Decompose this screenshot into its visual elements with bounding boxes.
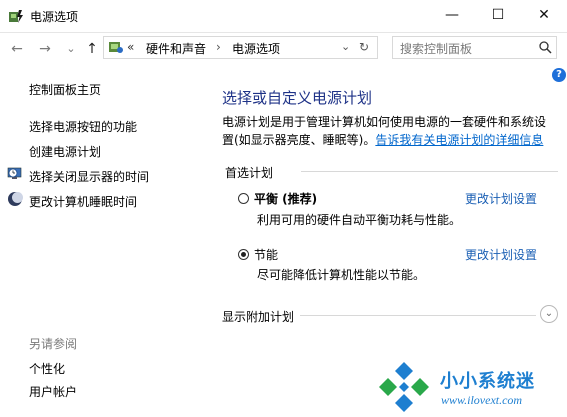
crumb-power-options[interactable]: 电源选项	[232, 40, 280, 57]
chevron-down-icon[interactable]: ⌄	[540, 305, 558, 323]
show-additional-plans-label[interactable]: 显示附加计划	[222, 308, 294, 325]
personalization-link[interactable]: 个性化	[29, 360, 65, 377]
create-power-plan-link[interactable]: 创建电源计划	[29, 143, 101, 160]
close-button[interactable]: ✕	[521, 0, 567, 30]
power-saver-plan-radio[interactable]	[238, 249, 249, 260]
recent-locations-button[interactable]: ⌄	[62, 40, 80, 58]
watermark-logo-icon	[379, 362, 429, 412]
power-saver-plan-desc: 尽可能降低计算机性能以节能。	[257, 268, 426, 282]
balanced-plan-name[interactable]: 平衡 (推荐)	[254, 190, 317, 207]
control-panel-icon	[109, 42, 123, 53]
up-button[interactable]: ↑	[83, 40, 101, 58]
help-icon[interactable]: ?	[552, 68, 566, 82]
moon-icon	[8, 192, 23, 206]
window-title: 电源选项	[30, 10, 79, 24]
watermark-text: 小小系统迷	[440, 371, 535, 392]
crumb-separator: ›	[216, 40, 221, 54]
search-icon[interactable]	[538, 40, 552, 54]
search-input[interactable]: 搜索控制面板	[400, 40, 472, 57]
power-saver-plan-name[interactable]: 节能	[254, 246, 278, 263]
power-options-icon	[9, 10, 23, 23]
address-overflow[interactable]: «	[127, 40, 134, 54]
minimize-button[interactable]: —	[429, 0, 475, 30]
forward-button[interactable]: →	[36, 40, 54, 58]
crumb-hardware-sound[interactable]: 硬件和声音	[146, 40, 206, 57]
sleep-time-link[interactable]: 更改计算机睡眠时间	[29, 193, 137, 210]
preferred-plans-title: 首选计划	[225, 166, 274, 180]
balanced-change-settings-link[interactable]: 更改计划设置	[465, 190, 537, 207]
page-title: 选择或自定义电源计划	[222, 89, 373, 107]
description: 电源计划是用于管理计算机如何使用电源的一套硬件和系统设置(如显示器亮度、睡眠等)…	[222, 113, 552, 149]
power-button-function-link[interactable]: 选择电源按钮的功能	[29, 118, 137, 135]
balanced-plan-radio[interactable]	[238, 193, 249, 204]
balanced-plan-desc: 利用可用的硬件自动平衡功耗与性能。	[257, 213, 462, 227]
divider	[301, 171, 558, 172]
refresh-button[interactable]: ↻	[359, 40, 369, 54]
display-off-time-link[interactable]: 选择关闭显示器的时间	[29, 168, 149, 185]
back-button[interactable]: ←	[8, 40, 26, 58]
watermark-url: www.ilovext.com	[441, 393, 523, 407]
maximize-button[interactable]: ☐	[475, 0, 521, 30]
monitor-clock-icon	[7, 167, 22, 179]
control-panel-home-link[interactable]: 控制面板主页	[29, 81, 101, 98]
user-accounts-link[interactable]: 用户帐户	[29, 383, 77, 400]
address-dropdown-button[interactable]: ⌄	[341, 40, 350, 53]
see-also-title: 另请参阅	[29, 337, 78, 351]
power-saver-change-settings-link[interactable]: 更改计划设置	[465, 246, 537, 263]
learn-more-link[interactable]: 告诉我有关电源计划的详细信息	[375, 133, 543, 147]
divider	[300, 315, 536, 316]
